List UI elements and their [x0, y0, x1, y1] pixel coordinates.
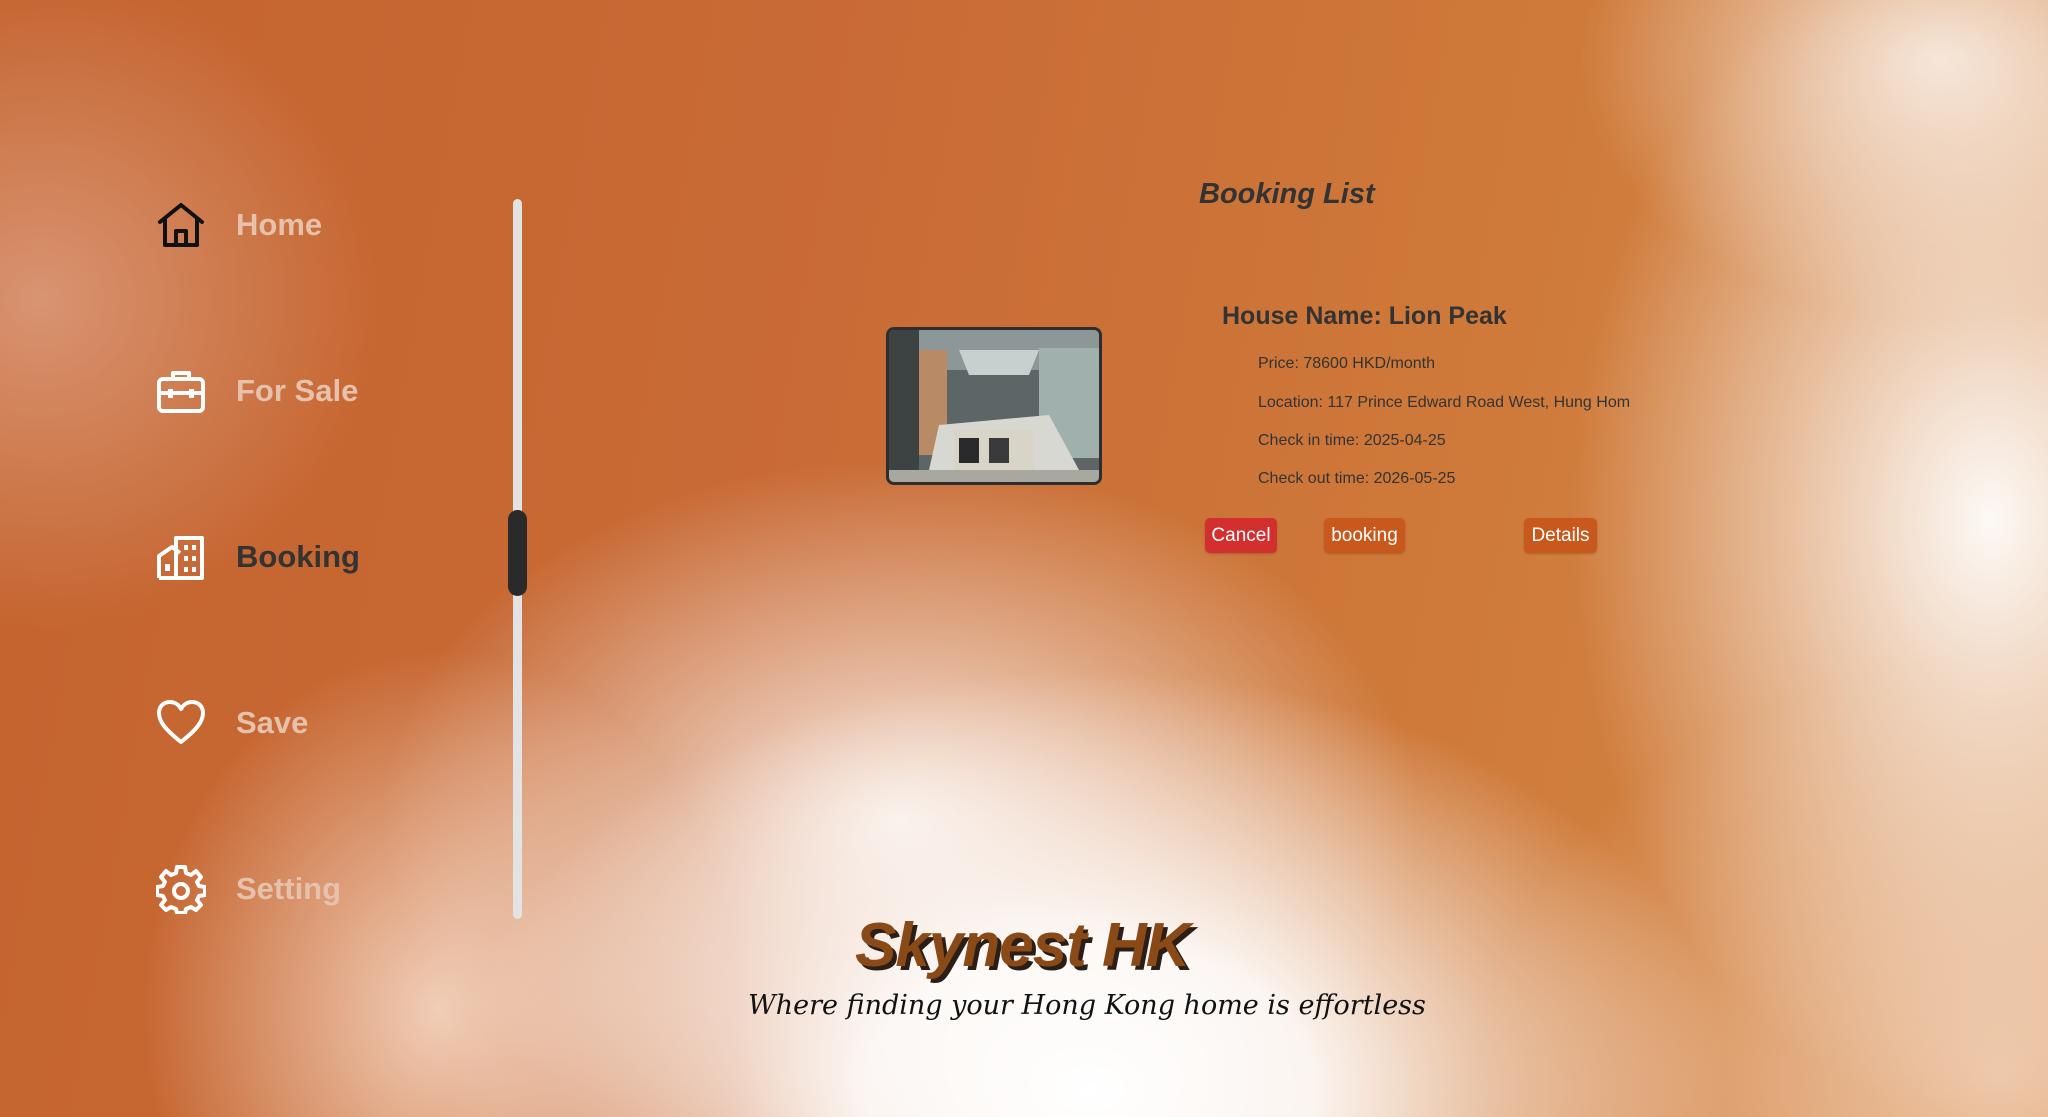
brand-tagline: Where finding your Hong Kong home is eff… [748, 990, 1426, 1021]
nav-label-booking: Booking [236, 539, 360, 574]
location-text: Location: 117 Prince Edward Road West, H… [1258, 394, 1631, 411]
cancel-button[interactable]: Cancel [1205, 518, 1277, 553]
nav-label-setting: Setting [236, 871, 342, 906]
brand-logo-text: Skynest HK [855, 911, 1191, 980]
price-text: Price: 78600 HKD/month [1258, 355, 1435, 372]
heart-icon [150, 692, 212, 754]
building-icon [150, 526, 212, 588]
check-in-text: Check in time: 2025-04-25 [1258, 432, 1446, 449]
nav-label-for-sale: For Sale [236, 373, 359, 408]
briefcase-icon [150, 360, 212, 422]
nav-item-save[interactable]: Save [150, 688, 450, 758]
booking-button[interactable]: booking [1324, 518, 1405, 553]
check-out-text: Check out time: 2026-05-25 [1258, 470, 1456, 487]
nav-item-setting[interactable]: Setting [150, 854, 450, 924]
home-icon [150, 194, 212, 256]
nav-label-save: Save [236, 705, 309, 740]
house-name: House Name: Lion Peak [1222, 302, 1507, 330]
sidebar-scrollbar-thumb[interactable] [508, 510, 527, 596]
page-title: Booking List [1199, 178, 1375, 210]
nav-item-for-sale[interactable]: For Sale [150, 356, 450, 426]
nav-item-booking[interactable]: Booking [150, 522, 450, 592]
details-button[interactable]: Details [1524, 518, 1597, 553]
nav-item-home[interactable]: Home [150, 190, 450, 260]
nav-label-home: Home [236, 207, 323, 242]
gear-icon [150, 858, 212, 920]
house-photo [886, 327, 1102, 485]
